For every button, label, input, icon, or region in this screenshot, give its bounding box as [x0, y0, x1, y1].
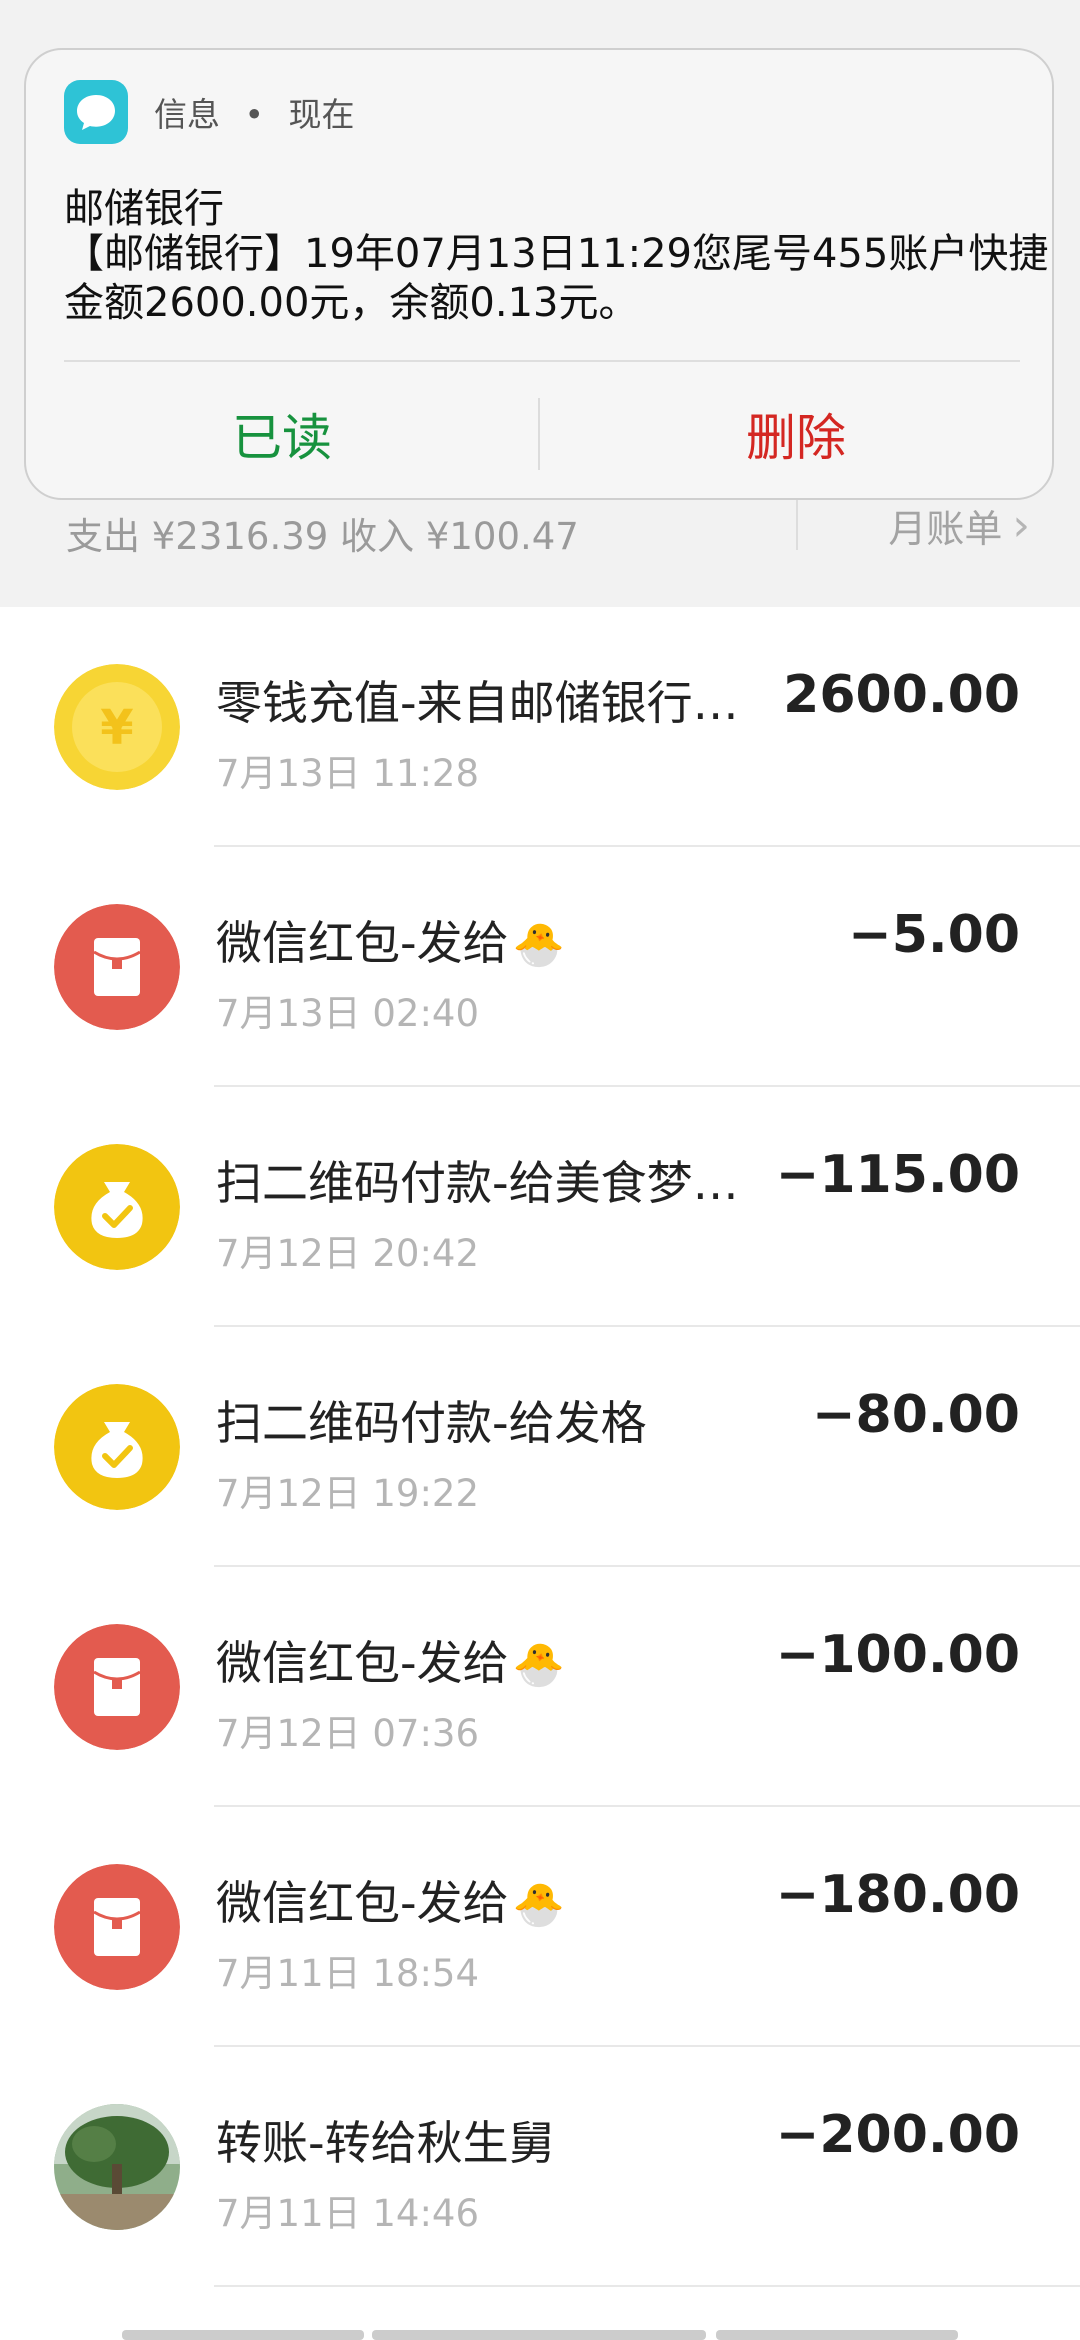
svg-text:¥: ¥	[100, 700, 133, 756]
delete-button[interactable]: 删除	[540, 398, 1052, 470]
transaction-row[interactable]: 转账-转给秋生舅 7月11日 14:46 −200.00	[0, 2047, 1080, 2287]
transaction-title-text: 微信红包-发给	[216, 1636, 509, 1690]
transaction-time: 7月12日 07:36	[216, 1712, 480, 1755]
red-packet-icon	[54, 904, 180, 1030]
transaction-amount: −200.00	[775, 2105, 1020, 2165]
red-packet-icon	[54, 1624, 180, 1750]
transaction-amount: −100.00	[775, 1625, 1020, 1685]
red-packet-icon	[54, 1864, 180, 1990]
transaction-title: 扫二维码付款-给发格	[216, 1396, 647, 1450]
transaction-title: 微信红包-发给🐣	[216, 907, 776, 973]
transaction-row[interactable]: 微信红包-发给🐣 7月13日 02:40 −5.00	[0, 847, 1080, 1087]
transaction-title: 微信红包-发给🐣	[216, 1867, 776, 1933]
transaction-amount: 2600.00	[783, 665, 1020, 725]
money-bag-icon	[54, 1384, 180, 1510]
transaction-row[interactable]: 微信红包-发给🐣 7月11日 18:54 −180.00	[0, 1807, 1080, 2047]
transaction-amount: −115.00	[775, 1145, 1020, 1205]
transaction-title: 扫二维码付款-给美食梦…	[216, 1156, 739, 1210]
transaction-row[interactable]: 扫二维码付款-给发格 7月12日 19:22 −80.00	[0, 1327, 1080, 1567]
avatar-photo-icon	[54, 2104, 180, 2230]
notification-header: 信息 • 现在	[154, 88, 368, 136]
mark-read-button[interactable]: 已读	[26, 398, 538, 470]
row-divider	[214, 2285, 1080, 2287]
notification-sender: 邮储银行	[64, 186, 224, 232]
transaction-time: 7月11日 14:46	[216, 2192, 480, 2235]
bottom-tab-indicator	[372, 2330, 706, 2340]
transaction-time: 7月13日 11:28	[216, 752, 480, 795]
bottom-tab-indicator	[716, 2330, 958, 2340]
chick-emoji: 🐣	[512, 1880, 565, 1929]
transaction-row[interactable]: ¥ 零钱充值-来自邮储银行… 7月13日 11:28 2600.00	[0, 607, 1080, 847]
transaction-title: 转账-转给秋生舅	[216, 2116, 555, 2170]
message-bubble-icon	[64, 80, 128, 144]
chevron-right-icon: ›	[1012, 500, 1030, 551]
transaction-amount: −5.00	[848, 905, 1020, 965]
monthly-bill-label: 月账单	[888, 507, 1003, 551]
yuan-coin-icon: ¥	[54, 664, 180, 790]
notification-time: 现在	[288, 95, 355, 134]
notification-separator: •	[244, 95, 264, 134]
notification-body: 【邮储银行】19年07月13日11:29您尾号455账户快捷金额2600.00元…	[64, 231, 1049, 326]
bottom-tab-indicator	[122, 2330, 364, 2340]
transaction-time: 7月13日 02:40	[216, 992, 480, 1035]
sms-notification[interactable]: 信息 • 现在 邮储银行 【邮储银行】19年07月13日11:29您尾号455账…	[24, 48, 1054, 500]
transaction-title-text: 微信红包-发给	[216, 1876, 509, 1930]
transaction-amount: −180.00	[775, 1865, 1020, 1925]
summary-divider	[796, 498, 798, 550]
transaction-title-text: 微信红包-发给	[216, 916, 509, 970]
notification-divider	[64, 360, 1020, 362]
transaction-row[interactable]: 微信红包-发给🐣 7月12日 07:36 −100.00	[0, 1567, 1080, 1807]
transaction-amount: −80.00	[811, 1385, 1020, 1445]
transaction-time: 7月12日 20:42	[216, 1232, 480, 1275]
monthly-bill-button[interactable]: 月账单 ›	[888, 498, 1030, 553]
chick-emoji: 🐣	[512, 920, 565, 969]
money-bag-icon	[54, 1144, 180, 1270]
notification-actions: 已读 删除	[26, 398, 1052, 470]
transaction-list: ¥ 零钱充值-来自邮储银行… 7月13日 11:28 2600.00 微信红包-…	[0, 607, 1080, 2287]
transaction-title: 零钱充值-来自邮储银行…	[216, 676, 739, 730]
chick-emoji: 🐣	[512, 1640, 565, 1689]
transaction-time: 7月11日 18:54	[216, 1952, 480, 1995]
transaction-row[interactable]: 扫二维码付款-给美食梦… 7月12日 20:42 −115.00	[0, 1087, 1080, 1327]
transaction-title: 微信红包-发给🐣	[216, 1627, 776, 1693]
transaction-time: 7月12日 19:22	[216, 1472, 480, 1515]
month-summary: 支出 ¥2316.39 收入 ¥100.47	[66, 515, 579, 558]
notification-app-name: 信息	[154, 95, 220, 134]
